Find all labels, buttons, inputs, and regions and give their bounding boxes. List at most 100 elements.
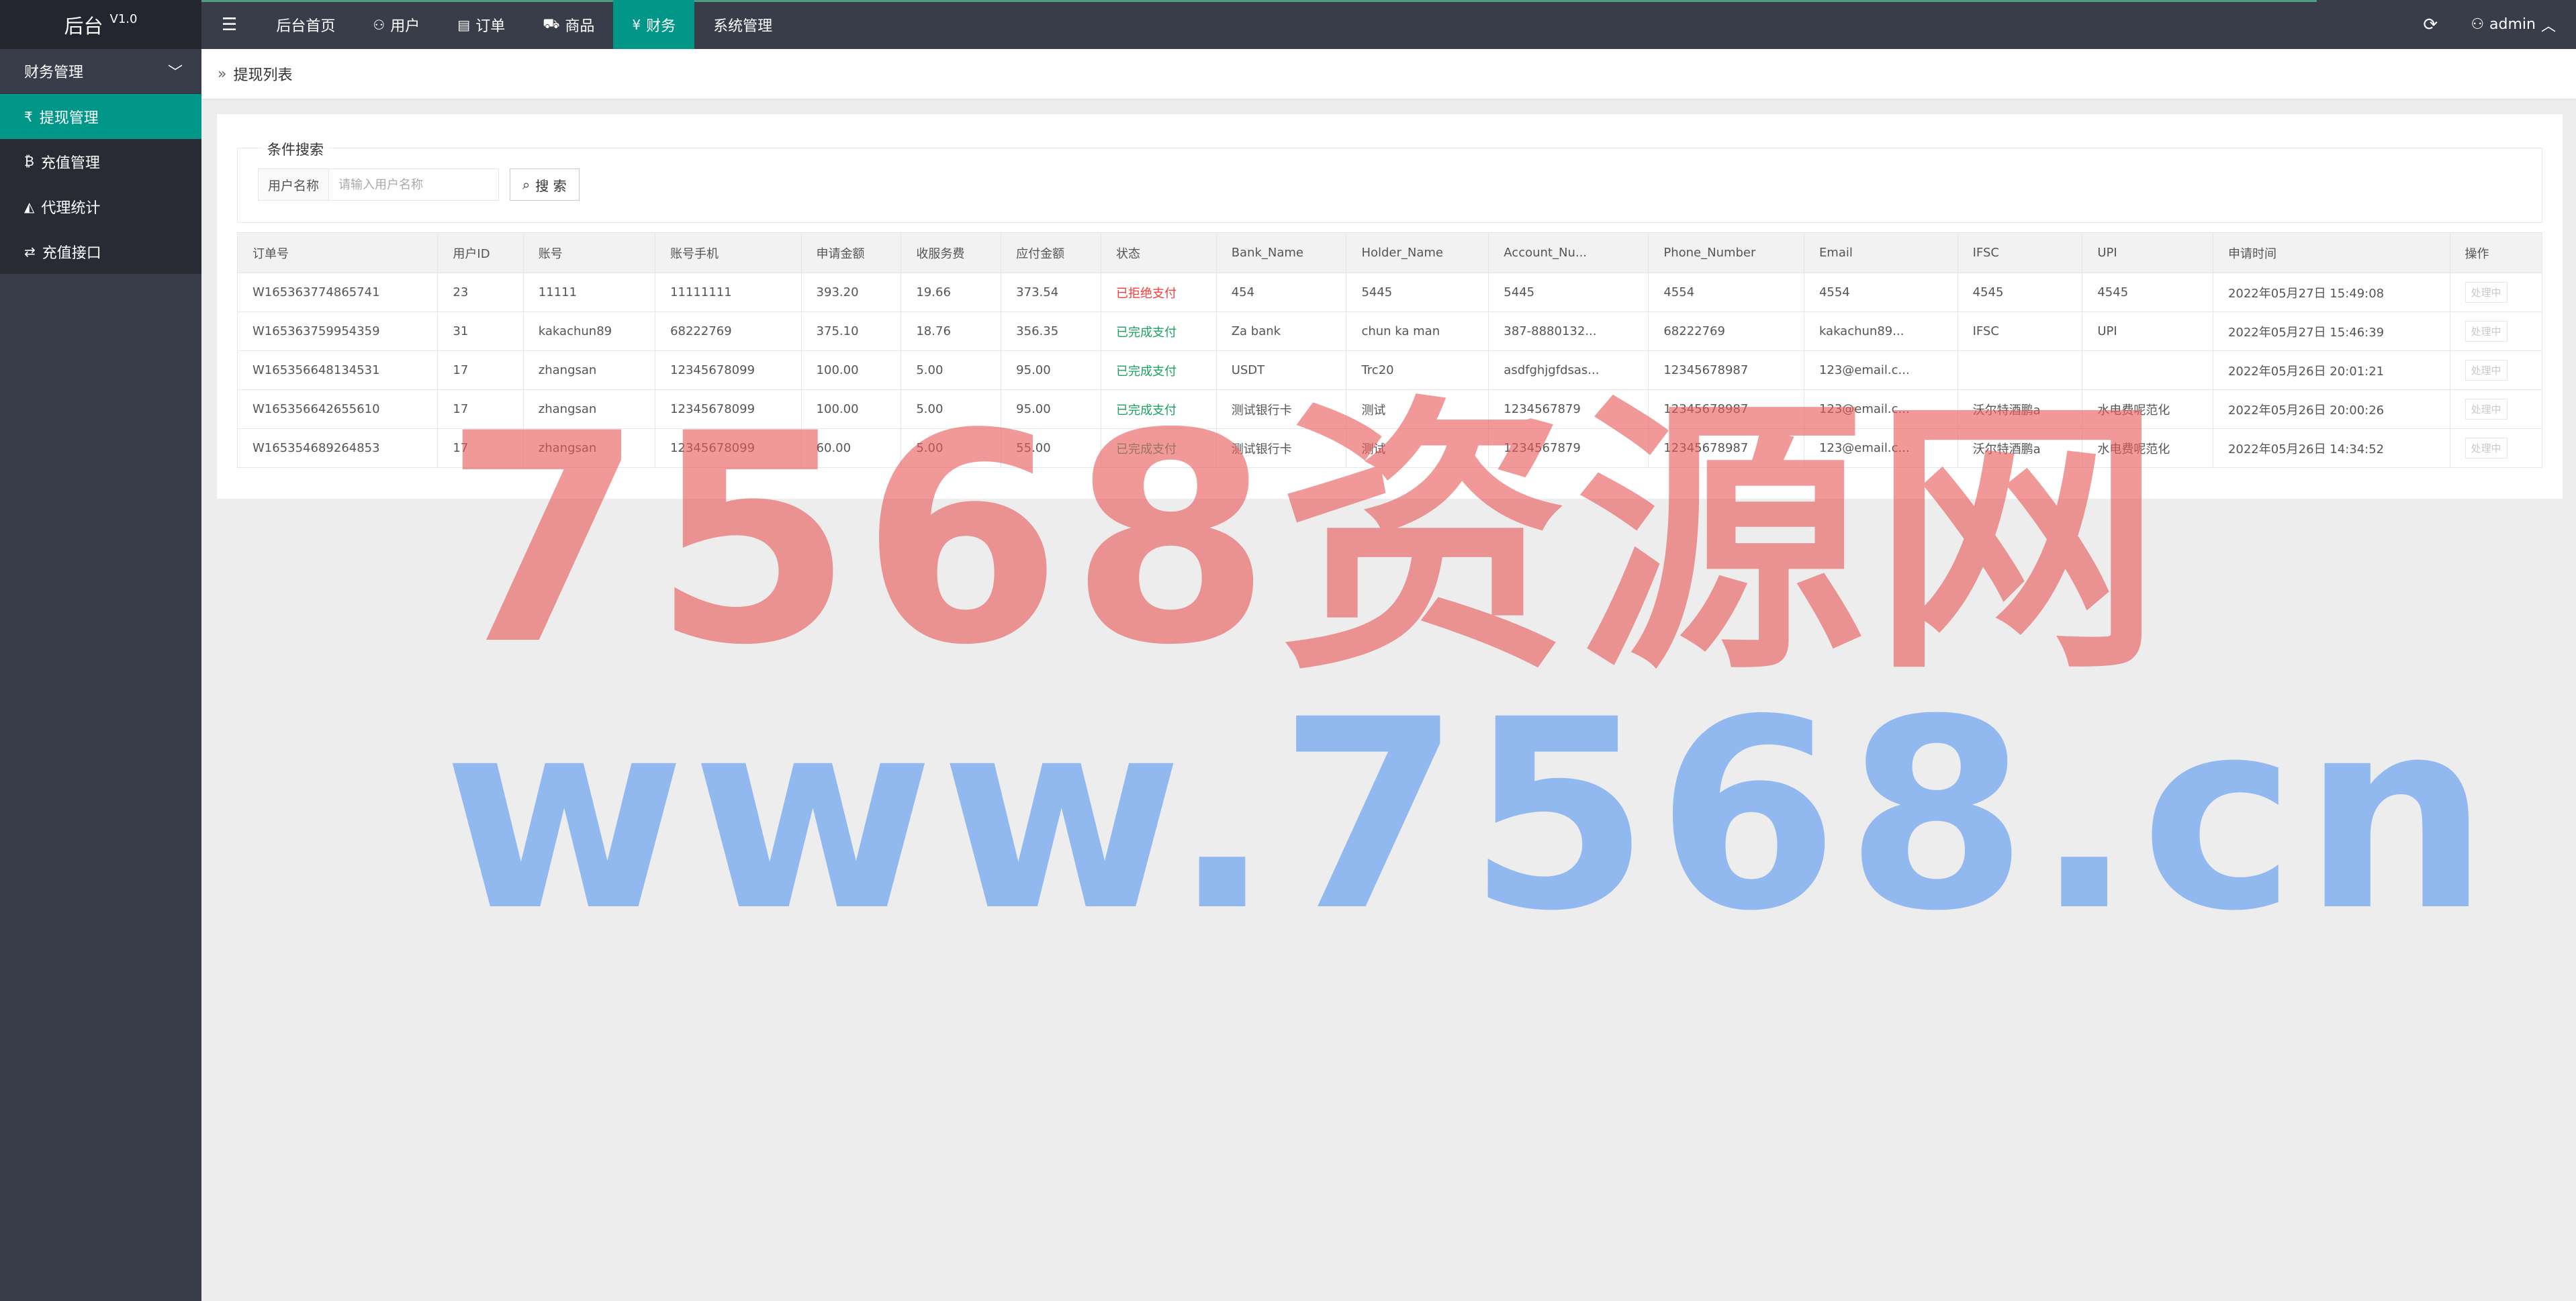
table-cell: 375.10 <box>800 311 902 351</box>
breadcrumb: » 提现列表 <box>201 49 2576 99</box>
table-cell: 11111111 <box>655 273 802 312</box>
menu-toggle-button[interactable]: ☰ <box>201 0 257 49</box>
col-bank-name: Bank_Name <box>1215 232 1347 273</box>
table-cell: 454 <box>1215 273 1347 312</box>
top-bar: 后台 V1.0 ☰ 后台首页 ⚇ 用户 ▤ 订单 ⛟ 商品 ¥ 财务 系统管理 … <box>0 0 2576 49</box>
nav-item-finance[interactable]: ¥ 财务 <box>613 0 695 49</box>
watermark-line1: 7568资源网 <box>443 373 2170 708</box>
user-icon: ⚇ <box>373 16 385 33</box>
table-cell: 23 <box>437 273 524 312</box>
table-cell: 2022年05月26日 14:34:52 <box>2212 428 2450 468</box>
sidebar-item-withdraw[interactable]: ₹ 提现管理 <box>0 94 201 139</box>
table-cell: chun ka man <box>1346 311 1489 351</box>
hamburger-icon: ☰ <box>222 14 238 35</box>
nav-item-products[interactable]: ⛟ 商品 <box>524 0 613 49</box>
table-cell: UPI <box>2082 311 2213 351</box>
sidebar-item-label: 代理统计 <box>41 199 101 217</box>
nav-item-label: 商品 <box>565 17 595 35</box>
process-button[interactable]: 处理中 <box>2465 282 2508 303</box>
nav-item-orders[interactable]: ▤ 订单 <box>439 0 524 49</box>
table-cell: 5445 <box>1346 273 1489 312</box>
app-name: 后台 <box>64 14 103 38</box>
table-cell: 4554 <box>1803 273 1958 312</box>
search-row: 用户名称 ⌕ 搜 索 <box>258 168 580 201</box>
top-nav: ☰ 后台首页 ⚇ 用户 ▤ 订单 ⛟ 商品 ¥ 财务 系统管理 <box>201 0 791 49</box>
col-account: 账号 <box>522 232 656 273</box>
sidebar-group-finance[interactable]: 财务管理 ﹀ <box>0 49 201 94</box>
sidebar-item-recharge[interactable]: ₿ 充值管理 <box>0 139 201 184</box>
user-icon: ⚇ <box>2471 16 2485 33</box>
table-cell: 5445 <box>1488 273 1649 312</box>
process-button[interactable]: 处理中 <box>2465 321 2508 342</box>
col-amount: 申请金额 <box>800 232 902 273</box>
chevron-down-icon: ﹀ <box>167 64 183 81</box>
sidebar-item-recharge-api[interactable]: ⇄ 充值接口 <box>0 229 201 274</box>
action-cell: 处理中 <box>2449 350 2543 390</box>
double-chevron-right-icon: » <box>218 65 227 83</box>
col-phone-number: Phone_Number <box>1648 232 1804 273</box>
process-button[interactable]: 处理中 <box>2465 438 2508 459</box>
search-fieldset: 条件搜索 用户名称 ⌕ 搜 索 <box>237 139 2542 223</box>
nav-item-system[interactable]: 系统管理 <box>694 0 791 49</box>
sidebar-item-agent-stats[interactable]: ◭ 代理统计 <box>0 184 201 229</box>
table-cell: 68222769 <box>655 311 802 351</box>
rupee-icon: ₹ <box>24 108 33 125</box>
action-cell: 处理中 <box>2449 428 2543 468</box>
nav-item-label: 后台首页 <box>276 17 336 35</box>
table-cell: 68222769 <box>1648 311 1804 351</box>
table-cell: 18.76 <box>901 311 1002 351</box>
col-upi: UPI <box>2082 232 2213 273</box>
process-button[interactable]: 处理中 <box>2465 360 2508 381</box>
nav-item-label: 用户 <box>390 17 420 35</box>
table-cell: Za bank <box>1215 311 1347 351</box>
nav-item-users[interactable]: ⚇ 用户 <box>354 0 439 49</box>
table-cell: 373.54 <box>1001 273 1101 312</box>
breadcrumb-current: 提现列表 <box>233 67 293 84</box>
table-cell: IFSC <box>1957 311 2083 351</box>
table-cell: W165354689264853 <box>236 428 439 468</box>
table-cell: 11111 <box>522 273 656 312</box>
nav-item-home[interactable]: 后台首页 <box>257 0 354 49</box>
table-cell: W165363774865741 <box>236 273 439 312</box>
status-badge: 已拒绝支付 <box>1100 273 1217 312</box>
top-right-tools: ⟳ ⚇ admin ︿ <box>2403 0 2576 49</box>
col-status: 状态 <box>1100 232 1217 273</box>
action-cell: 处理中 <box>2449 311 2543 351</box>
exchange-icon: ⇄ <box>24 243 36 260</box>
table-cell: 4545 <box>1957 273 2083 312</box>
search-button[interactable]: ⌕ 搜 索 <box>510 168 580 201</box>
app-logo[interactable]: 后台 V1.0 <box>0 0 201 49</box>
chevron-up-icon: ︿ <box>2540 17 2556 35</box>
col-email: Email <box>1803 232 1958 273</box>
col-ifsc: IFSC <box>1957 232 2083 273</box>
nav-item-label: 订单 <box>475 17 506 35</box>
action-cell: 处理中 <box>2449 273 2543 312</box>
search-input[interactable] <box>328 168 500 201</box>
user-menu[interactable]: ⚇ admin ︿ <box>2457 14 2576 36</box>
table-cell: 2022年05月27日 15:49:08 <box>2212 273 2450 312</box>
sidebar-item-label: 充值管理 <box>40 154 100 172</box>
yen-icon: ¥ <box>632 16 641 33</box>
document-icon: ▤ <box>457 16 471 33</box>
nav-item-label: 财务 <box>646 17 676 35</box>
table-cell: 2022年05月26日 20:01:21 <box>2212 350 2450 390</box>
table-cell: 2022年05月26日 20:00:26 <box>2212 389 2450 429</box>
col-account-number: Account_Nu... <box>1488 232 1649 273</box>
area-chart-icon: ◭ <box>24 198 35 215</box>
col-order-no: 订单号 <box>236 232 439 273</box>
col-user-id: 用户ID <box>437 232 524 273</box>
search-button-label: 搜 索 <box>535 177 567 194</box>
search-label: 用户名称 <box>258 168 329 201</box>
table-row: W165363759954359 31 kakachun89 68222769 375.… <box>236 311 2543 351</box>
search-legend: 条件搜索 <box>262 139 329 159</box>
process-button[interactable]: 处理中 <box>2465 399 2508 420</box>
cart-icon: ⛟ <box>543 15 560 32</box>
table-cell: 2022年05月27日 15:46:39 <box>2212 311 2450 351</box>
watermark-line2: www.7568.cn <box>443 663 2496 968</box>
refresh-icon[interactable]: ⟳ <box>2403 15 2457 35</box>
col-phone: 账号手机 <box>655 232 802 273</box>
table-cell: 387-8880132... <box>1488 311 1649 351</box>
col-actions: 操作 <box>2449 232 2543 273</box>
search-icon: ⌕ <box>522 177 531 193</box>
col-payable: 应付金额 <box>1001 232 1101 273</box>
